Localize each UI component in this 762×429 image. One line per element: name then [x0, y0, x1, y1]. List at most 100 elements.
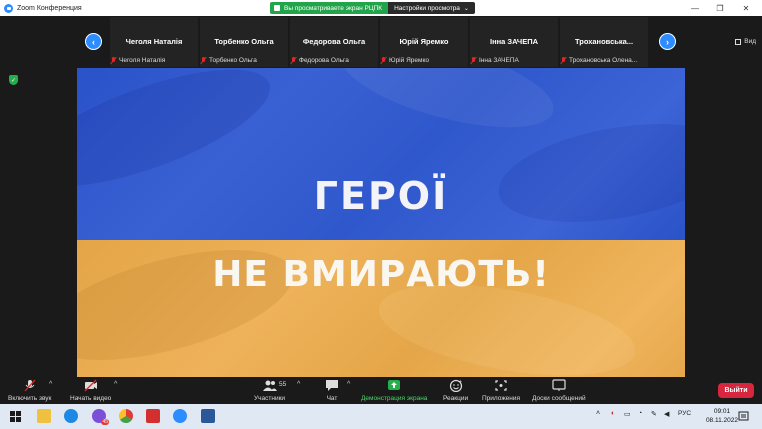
- participant-label: Чеголя Наталія: [111, 57, 165, 64]
- chevron-right-icon: ›: [666, 36, 669, 47]
- participant-label: Федорова Ольга: [291, 57, 349, 64]
- participants-options-caret[interactable]: ^: [297, 381, 300, 388]
- shared-subheadline: НЕ ВМИРАЮТЬ!: [212, 254, 550, 295]
- participant-label-text: Чеголя Наталія: [119, 57, 166, 64]
- apps-button[interactable]: Приложения: [482, 379, 520, 402]
- volume-icon[interactable]: ◀: [664, 410, 669, 418]
- tray-chevron-icon[interactable]: ˄: [596, 410, 600, 417]
- participant-label-text: Юрій Яремко: [389, 57, 429, 64]
- flag-fold: [331, 68, 563, 146]
- audio-options-caret[interactable]: ^: [49, 381, 52, 388]
- reactions-label: Реакции: [443, 395, 469, 402]
- close-icon: ✕: [742, 3, 750, 13]
- grid-view-icon: [735, 38, 742, 45]
- notification-badge: 45: [101, 419, 109, 425]
- participant-label-text: Інна ЗАЧЕПА: [479, 57, 519, 64]
- next-participants-button[interactable]: ›: [659, 33, 676, 50]
- chat-options-caret[interactable]: ^: [347, 381, 350, 388]
- pen-icon[interactable]: ✎: [651, 410, 657, 418]
- mic-muted-icon: [291, 57, 296, 64]
- flag-fold: [77, 227, 305, 377]
- participant-label-text: Трохановська Олена...: [569, 57, 638, 64]
- windows-start-icon[interactable]: [10, 411, 21, 422]
- participants-icon: [262, 380, 277, 391]
- shared-headline: ГЕРОЇ: [313, 174, 449, 218]
- chat-button[interactable]: Чат: [325, 379, 339, 402]
- clock[interactable]: 09:01 08.11.2022: [706, 407, 738, 425]
- view-options-button[interactable]: Настройки просмотра ⌄: [388, 2, 475, 14]
- clock-time: 09:01: [713, 408, 731, 415]
- participant-name: Юрій Яремко: [399, 37, 449, 46]
- start-video-button[interactable]: Начать видео: [70, 379, 111, 402]
- view-options-label: Настройки просмотра: [394, 4, 460, 12]
- reactions-icon: +: [449, 379, 462, 392]
- screen-share-icon: [274, 5, 280, 11]
- meeting-toolbar: Включить звук ^ Начать видео ^ Участники…: [0, 377, 762, 404]
- participants-count: 55: [279, 381, 287, 388]
- file-explorer-icon[interactable]: [37, 409, 51, 423]
- language-indicator[interactable]: РУС: [678, 410, 691, 417]
- chrome-icon[interactable]: [119, 409, 133, 423]
- clock-date: 08.11.2022: [705, 417, 738, 424]
- os-taskbar: 45 ˄ ◐ ▭ ◔ ✎ ◀ РУС 09:01 08.11.2022: [0, 404, 762, 429]
- unmute-button[interactable]: Включить звук: [8, 379, 51, 402]
- chat-icon: [326, 380, 338, 391]
- participant-label-text: Федорова Ольга: [299, 57, 349, 64]
- participant-name: Інна ЗАЧЕПА: [489, 37, 539, 46]
- window-title: Zoom Конференция: [17, 4, 82, 12]
- unmute-label: Включить звук: [8, 395, 52, 402]
- participants-label: Участники: [254, 395, 286, 402]
- chevron-left-icon: ‹: [92, 36, 95, 47]
- participant-tile[interactable]: Інна ЗАЧЕПА Інна ЗАЧЕПА: [470, 17, 558, 67]
- pdf-reader-icon[interactable]: [146, 409, 160, 423]
- video-off-icon: [84, 379, 97, 392]
- share-screen-button[interactable]: Демонстрация экрана: [361, 379, 427, 402]
- share-status: Вы просматриваете экран РЦПК: [270, 2, 389, 14]
- participant-name: Чеголя Наталія: [125, 37, 183, 46]
- leave-button[interactable]: Выйти: [718, 383, 754, 398]
- participant-tile[interactable]: Торбенко Ольга Торбенко Ольга: [200, 17, 288, 67]
- participant-label: Трохановська Олена...: [561, 57, 637, 64]
- title-bar: Zoom Конференция Вы просматриваете экран…: [0, 0, 762, 16]
- participant-strip: ‹ Чеголя Наталія Чеголя Наталія Торбенко…: [0, 16, 762, 68]
- svg-text:+: +: [459, 379, 462, 385]
- network-warning-icon[interactable]: ◐: [611, 410, 615, 417]
- whiteboard-icon: [552, 379, 566, 391]
- participant-tile[interactable]: Юрій Яремко Юрій Яремко: [380, 17, 468, 67]
- minimize-button[interactable]: —: [683, 0, 707, 16]
- close-button[interactable]: ✕: [734, 0, 758, 16]
- mic-muted-icon: [111, 57, 116, 64]
- participant-tile[interactable]: Чеголя Наталія Чеголя Наталія: [110, 17, 198, 67]
- share-status-text: Вы просматриваете экран РЦПК: [284, 4, 383, 12]
- whiteboards-button[interactable]: Доски сообщений: [532, 379, 586, 402]
- apps-icon: [495, 380, 507, 391]
- participant-label-text: Торбенко Ольга: [209, 57, 257, 64]
- word-icon[interactable]: [201, 409, 215, 423]
- mic-muted-icon: [201, 57, 206, 64]
- wifi-icon[interactable]: ◔: [638, 410, 642, 417]
- zoom-taskbar-icon[interactable]: [173, 409, 187, 423]
- prev-participants-button[interactable]: ‹: [85, 33, 102, 50]
- mic-muted-icon: [381, 57, 386, 64]
- view-button[interactable]: Вид: [735, 38, 756, 45]
- battery-icon[interactable]: ▭: [624, 410, 631, 418]
- security-shield-icon[interactable]: ✓: [9, 75, 18, 85]
- mic-muted-icon: [471, 57, 476, 64]
- participant-tile[interactable]: Федорова Ольга Федорова Ольга: [290, 17, 378, 67]
- apps-label: Приложения: [482, 395, 521, 402]
- participant-tile[interactable]: Трохановська... Трохановська Олена...: [560, 17, 648, 67]
- share-screen-label: Демонстрация экрана: [361, 395, 428, 402]
- shared-screen: ГЕРОЇ НЕ ВМИРАЮТЬ!: [77, 68, 685, 377]
- view-label: Вид: [744, 38, 756, 45]
- mic-muted-icon: [561, 57, 566, 64]
- maximize-button[interactable]: ❐: [708, 0, 732, 16]
- viber-icon[interactable]: 45: [92, 409, 109, 425]
- reactions-button[interactable]: + Реакции: [443, 379, 468, 402]
- edge-browser-icon[interactable]: [64, 409, 78, 423]
- video-options-caret[interactable]: ^: [114, 381, 117, 388]
- whiteboards-label: Доски сообщений: [532, 395, 586, 402]
- zoom-logo-icon: [4, 3, 13, 13]
- notifications-icon[interactable]: [738, 411, 749, 422]
- participant-name: Трохановська...: [574, 37, 634, 46]
- participant-label: Юрій Яремко: [381, 57, 429, 64]
